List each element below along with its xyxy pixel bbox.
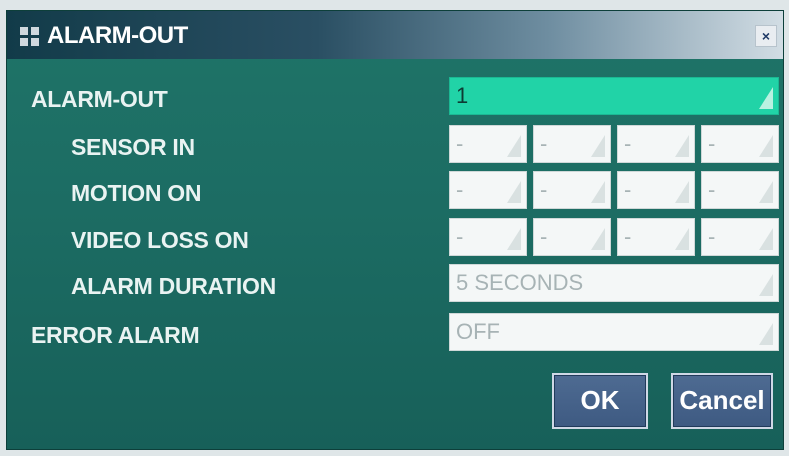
ok-button[interactable]: OK xyxy=(552,373,648,429)
dropdown-icon xyxy=(675,228,689,250)
sensor-in-select-2[interactable]: - xyxy=(533,125,611,163)
cancel-button[interactable]: Cancel xyxy=(671,373,773,429)
alarm-out-value: 1 xyxy=(456,83,469,108)
video-loss-on-value: - xyxy=(624,224,632,249)
video-loss-on-select-1[interactable]: - xyxy=(449,218,527,256)
video-loss-on-label: VIDEO LOSS ON xyxy=(71,227,249,253)
alarm-out-label: ALARM-OUT xyxy=(31,86,168,112)
error-alarm-label: ERROR ALARM xyxy=(31,322,200,348)
alarm-duration-value: 5 SECONDS xyxy=(456,270,584,295)
dropdown-icon xyxy=(591,228,605,250)
sensor-in-select-1[interactable]: - xyxy=(449,125,527,163)
sensor-in-value: - xyxy=(456,131,464,156)
title-bar: ALARM-OUT × xyxy=(7,11,783,59)
alarm-duration-label: ALARM DURATION xyxy=(71,273,276,299)
motion-on-label: MOTION ON xyxy=(71,180,202,206)
video-loss-on-value: - xyxy=(708,224,716,249)
motion-on-value: - xyxy=(456,177,464,202)
close-button[interactable]: × xyxy=(755,25,777,47)
dropdown-icon xyxy=(507,181,521,203)
alarm-out-dialog: ALARM-OUT × ALARM-OUT 1 SENSOR IN - - - … xyxy=(6,10,784,450)
video-loss-on-value: - xyxy=(540,224,548,249)
dropdown-icon xyxy=(591,181,605,203)
motion-on-select-2[interactable]: - xyxy=(533,171,611,209)
sensor-in-label: SENSOR IN xyxy=(71,134,195,160)
sensor-in-select-3[interactable]: - xyxy=(617,125,695,163)
dropdown-icon xyxy=(675,135,689,157)
video-loss-on-select-2[interactable]: - xyxy=(533,218,611,256)
motion-on-select-4[interactable]: - xyxy=(701,171,779,209)
dropdown-icon xyxy=(759,181,773,203)
dropdown-icon xyxy=(759,323,773,345)
error-alarm-value: OFF xyxy=(456,319,500,344)
motion-on-value: - xyxy=(624,177,632,202)
motion-on-select-3[interactable]: - xyxy=(617,171,695,209)
motion-on-select-1[interactable]: - xyxy=(449,171,527,209)
video-loss-on-value: - xyxy=(456,224,464,249)
alarm-duration-select[interactable]: 5 SECONDS xyxy=(449,264,779,302)
dropdown-icon xyxy=(759,135,773,157)
sensor-in-select-4[interactable]: - xyxy=(701,125,779,163)
window-title: ALARM-OUT xyxy=(47,22,188,49)
error-alarm-select[interactable]: OFF xyxy=(449,313,779,351)
sensor-in-value: - xyxy=(624,131,632,156)
motion-on-value: - xyxy=(708,177,716,202)
sensor-in-value: - xyxy=(540,131,548,156)
motion-on-value: - xyxy=(540,177,548,202)
sensor-in-value: - xyxy=(708,131,716,156)
dropdown-icon xyxy=(507,135,521,157)
video-loss-on-select-3[interactable]: - xyxy=(617,218,695,256)
video-loss-on-select-4[interactable]: - xyxy=(701,218,779,256)
dropdown-icon xyxy=(759,228,773,250)
app-grid-icon xyxy=(20,27,39,46)
dropdown-icon xyxy=(759,274,773,296)
alarm-out-select[interactable]: 1 xyxy=(449,77,779,115)
dropdown-icon xyxy=(507,228,521,250)
dropdown-icon xyxy=(591,135,605,157)
dropdown-icon xyxy=(759,87,773,109)
dropdown-icon xyxy=(675,181,689,203)
